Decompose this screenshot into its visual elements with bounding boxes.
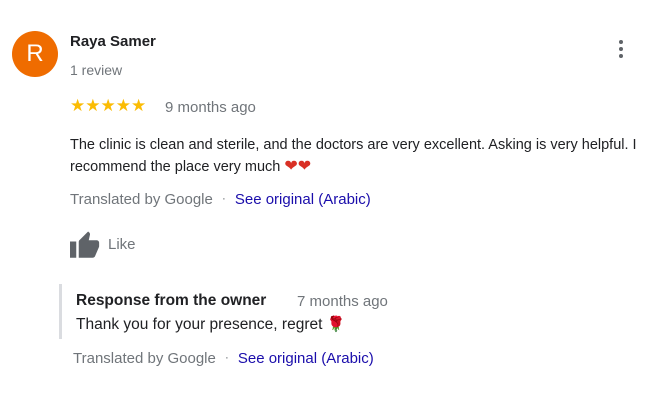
review-body: The clinic is clean and sterile, and the… <box>70 137 637 175</box>
more-vert-icon <box>619 40 623 44</box>
translated-by-google-label: Translated by Google <box>70 191 213 208</box>
like-button[interactable]: Like <box>70 230 136 258</box>
rose-icon: 🌹 <box>326 316 346 333</box>
owner-response-text-row: Thank you for your presence, regret 🌹 <box>76 315 345 334</box>
owner-response-time: 7 months ago <box>297 293 388 310</box>
owner-translation-row: Translated by Google · See original (Arabi… <box>73 350 374 367</box>
owner-response: Response from the owner 7 months ago Tha… <box>59 284 479 339</box>
review-text: The clinic is clean and sterile, and the… <box>70 134 650 178</box>
review-count: 1 review <box>70 62 123 78</box>
separator-dot: · <box>221 191 226 205</box>
see-original-link[interactable]: See original (Arabic) <box>235 191 371 208</box>
reviewer-avatar[interactable]: R <box>12 31 58 77</box>
star-rating: ★★★★★ <box>70 96 147 115</box>
heart-icon: ❤ <box>284 158 298 175</box>
more-vert-icon-dot <box>619 47 623 51</box>
more-vert-icon-dot <box>619 54 623 58</box>
more-options-button[interactable] <box>610 38 632 60</box>
separator-dot: · <box>224 350 229 364</box>
review-time: 9 months ago <box>165 99 256 116</box>
owner-response-text: Thank you for your presence, regret <box>76 316 323 333</box>
reviewer-name[interactable]: Raya Samer <box>70 33 156 50</box>
see-original-link[interactable]: See original (Arabic) <box>238 350 374 367</box>
owner-response-title: Response from the owner <box>76 292 267 309</box>
like-label: Like <box>108 235 136 253</box>
heart-icon: ❤ <box>297 158 312 175</box>
translated-by-google-label: Translated by Google <box>73 350 216 367</box>
thumbs-up-icon <box>70 231 100 258</box>
review-translation-row: Translated by Google · See original (Arabi… <box>70 191 371 208</box>
